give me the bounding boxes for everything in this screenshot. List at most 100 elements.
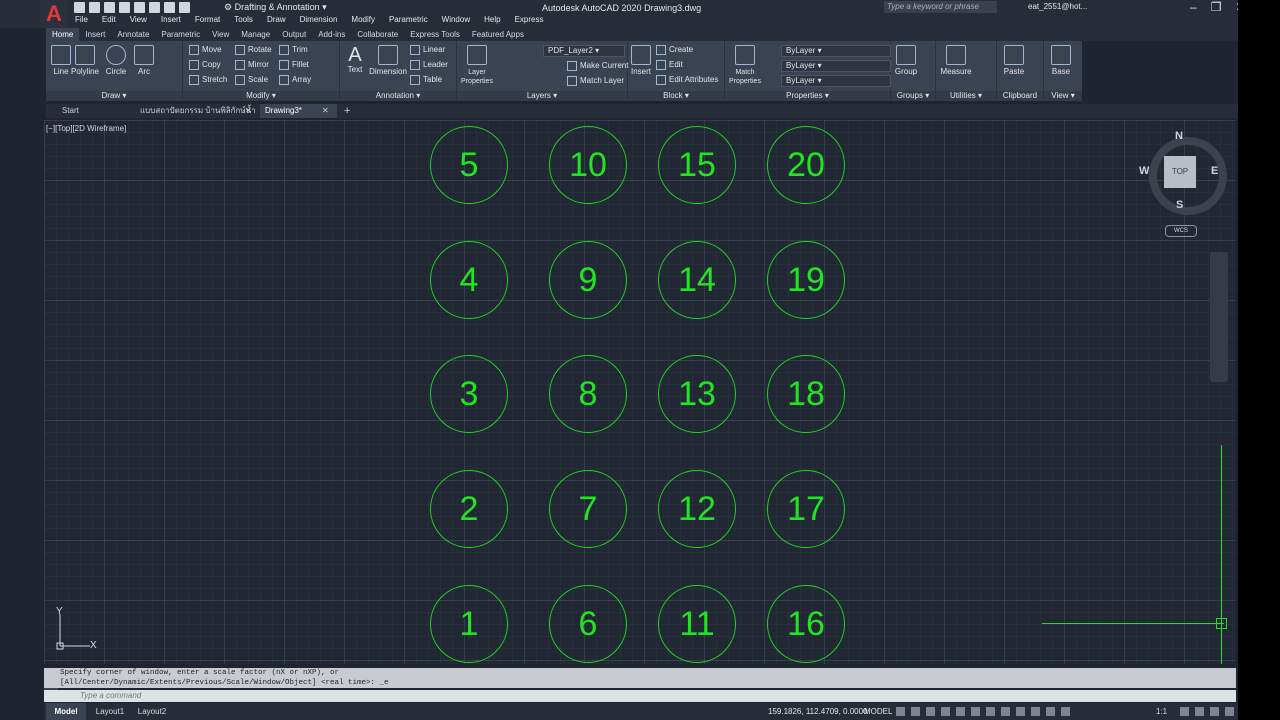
lineweight-icon[interactable]: [986, 707, 995, 716]
circle-label[interactable]: 9: [549, 241, 627, 319]
annotation-scale[interactable]: 1:1: [1156, 703, 1167, 720]
autocad-logo-icon[interactable]: A: [40, 0, 68, 28]
array-button[interactable]: Array: [279, 75, 311, 85]
panel-modify-label[interactable]: Modify ▾: [183, 91, 339, 101]
viewport-controls[interactable]: [−][Top][2D Wireframe]: [46, 124, 126, 133]
menu-tools[interactable]: Tools: [227, 15, 260, 24]
save-as-icon[interactable]: [119, 2, 130, 13]
settings-icon[interactable]: [1180, 707, 1189, 716]
circle-label[interactable]: 18: [767, 355, 845, 433]
circle-label[interactable]: 17: [767, 470, 845, 548]
polar-icon[interactable]: [941, 707, 950, 716]
circle-label[interactable]: 6: [549, 585, 627, 663]
compass-east[interactable]: E: [1211, 165, 1218, 177]
help-search-input[interactable]: Type a keyword or phrase: [884, 1, 997, 13]
minimize-icon[interactable]: –: [1190, 0, 1197, 14]
menu-dimension[interactable]: Dimension: [293, 15, 345, 24]
undo-icon[interactable]: [164, 2, 175, 13]
rotate-button[interactable]: Rotate: [235, 45, 272, 55]
panel-groups-label[interactable]: Groups ▾: [891, 91, 935, 101]
redo-icon[interactable]: [179, 2, 190, 13]
menu-edit[interactable]: Edit: [95, 15, 123, 24]
tab-insert[interactable]: Insert: [79, 28, 111, 41]
menu-parametric[interactable]: Parametric: [382, 15, 435, 24]
linetype-dropdown[interactable]: ByLayer ▾: [781, 60, 891, 72]
make-current-button[interactable]: Make Current: [567, 61, 628, 71]
circle-label[interactable]: 8: [549, 355, 627, 433]
restore-icon[interactable]: ❐: [1211, 0, 1222, 14]
circle-label[interactable]: 3: [430, 355, 508, 433]
isolate-icon[interactable]: [1195, 707, 1204, 716]
tab-model[interactable]: Model: [46, 703, 86, 720]
menu-window[interactable]: Window: [435, 15, 477, 24]
tab-parametric[interactable]: Parametric: [155, 28, 206, 41]
tab-annotate[interactable]: Annotate: [111, 28, 155, 41]
coordinates-readout[interactable]: 159.1826, 112.4709, 0.0000: [768, 703, 868, 720]
circle-button[interactable]: Circle: [101, 45, 131, 76]
tab-manage[interactable]: Manage: [235, 28, 276, 41]
polyline-button[interactable]: Polyline: [70, 45, 100, 76]
circle-label[interactable]: 15: [658, 126, 736, 204]
user-account[interactable]: eat_2551@hot...: [1028, 2, 1087, 11]
group-button[interactable]: Group: [893, 45, 919, 76]
panel-view-label[interactable]: View ▾: [1044, 91, 1082, 101]
close-tab-icon[interactable]: ✕: [322, 104, 329, 118]
circle-label[interactable]: 5: [430, 126, 508, 204]
new-tab-icon[interactable]: +: [344, 104, 350, 118]
menu-view[interactable]: View: [123, 15, 154, 24]
menu-express[interactable]: Express: [508, 15, 551, 24]
fullscreen-icon[interactable]: [1210, 707, 1219, 716]
3d-osnap-icon[interactable]: [1031, 707, 1040, 716]
panel-annotation-label[interactable]: Annotation ▾: [340, 91, 456, 101]
layer-properties-button[interactable]: Layer Properties: [459, 45, 495, 85]
panel-block-label[interactable]: Block ▾: [628, 91, 724, 101]
panel-utilities-label[interactable]: Utilities ▾: [936, 91, 996, 101]
menu-file[interactable]: File: [68, 15, 95, 24]
menu-draw[interactable]: Draw: [260, 15, 293, 24]
circle-label[interactable]: 12: [658, 470, 736, 548]
circle-label[interactable]: 10: [549, 126, 627, 204]
close-tab-icon[interactable]: ✕: [245, 104, 252, 118]
dimension-button[interactable]: Dimension: [368, 45, 408, 76]
menu-format[interactable]: Format: [188, 15, 227, 24]
insert-button[interactable]: Insert: [628, 45, 654, 76]
fillet-button[interactable]: Fillet: [279, 60, 309, 70]
tab-layout2[interactable]: Layout2: [132, 703, 172, 720]
circle-label[interactable]: 7: [549, 470, 627, 548]
mirror-button[interactable]: Mirror: [235, 60, 269, 70]
table-button[interactable]: Table: [410, 75, 442, 85]
tab-addins[interactable]: Add-ins: [312, 28, 351, 41]
edit-attributes-button[interactable]: Edit Attributes: [656, 75, 718, 85]
layer-dropdown[interactable]: PDF_Layer2 ▾: [543, 45, 625, 57]
compass-north[interactable]: N: [1175, 130, 1183, 142]
scale-button[interactable]: Scale: [235, 75, 268, 85]
annotation-visibility-icon[interactable]: [1046, 707, 1055, 716]
menu-modify[interactable]: Modify: [344, 15, 382, 24]
linear-button[interactable]: Linear: [410, 45, 445, 55]
ortho-icon[interactable]: [926, 707, 935, 716]
paste-button[interactable]: Paste: [1001, 45, 1027, 76]
save-icon[interactable]: [104, 2, 115, 13]
lineweight-dropdown[interactable]: ByLayer ▾: [781, 75, 891, 87]
base-button[interactable]: Base: [1048, 45, 1074, 76]
new-icon[interactable]: [74, 2, 85, 13]
text-button[interactable]: A Text: [342, 45, 368, 74]
model-space-toggle[interactable]: MODEL: [864, 703, 892, 720]
menu-help[interactable]: Help: [477, 15, 507, 24]
open-icon[interactable]: [89, 2, 100, 13]
circle-label[interactable]: 19: [767, 241, 845, 319]
circle-label[interactable]: 13: [658, 355, 736, 433]
arc-button[interactable]: Arc: [129, 45, 159, 76]
create-block-button[interactable]: Create: [656, 45, 693, 55]
copy-button[interactable]: Copy: [189, 60, 221, 70]
color-dropdown[interactable]: ByLayer ▾: [781, 45, 891, 57]
navigation-bar[interactable]: [1210, 252, 1228, 382]
match-layer-button[interactable]: Match Layer: [567, 76, 624, 86]
file-tab-start[interactable]: Start: [46, 104, 150, 118]
customize-icon[interactable]: [1225, 707, 1234, 716]
move-button[interactable]: Move: [189, 45, 222, 55]
file-tab-architecture[interactable]: แบบสถาปัตยกรรม บ้านพิลิกักษ์น้ำ 3*: [136, 104, 258, 129]
circle-label[interactable]: 1: [430, 585, 508, 663]
tab-express-tools[interactable]: Express Tools: [404, 28, 466, 41]
leader-button[interactable]: Leader: [410, 60, 448, 70]
